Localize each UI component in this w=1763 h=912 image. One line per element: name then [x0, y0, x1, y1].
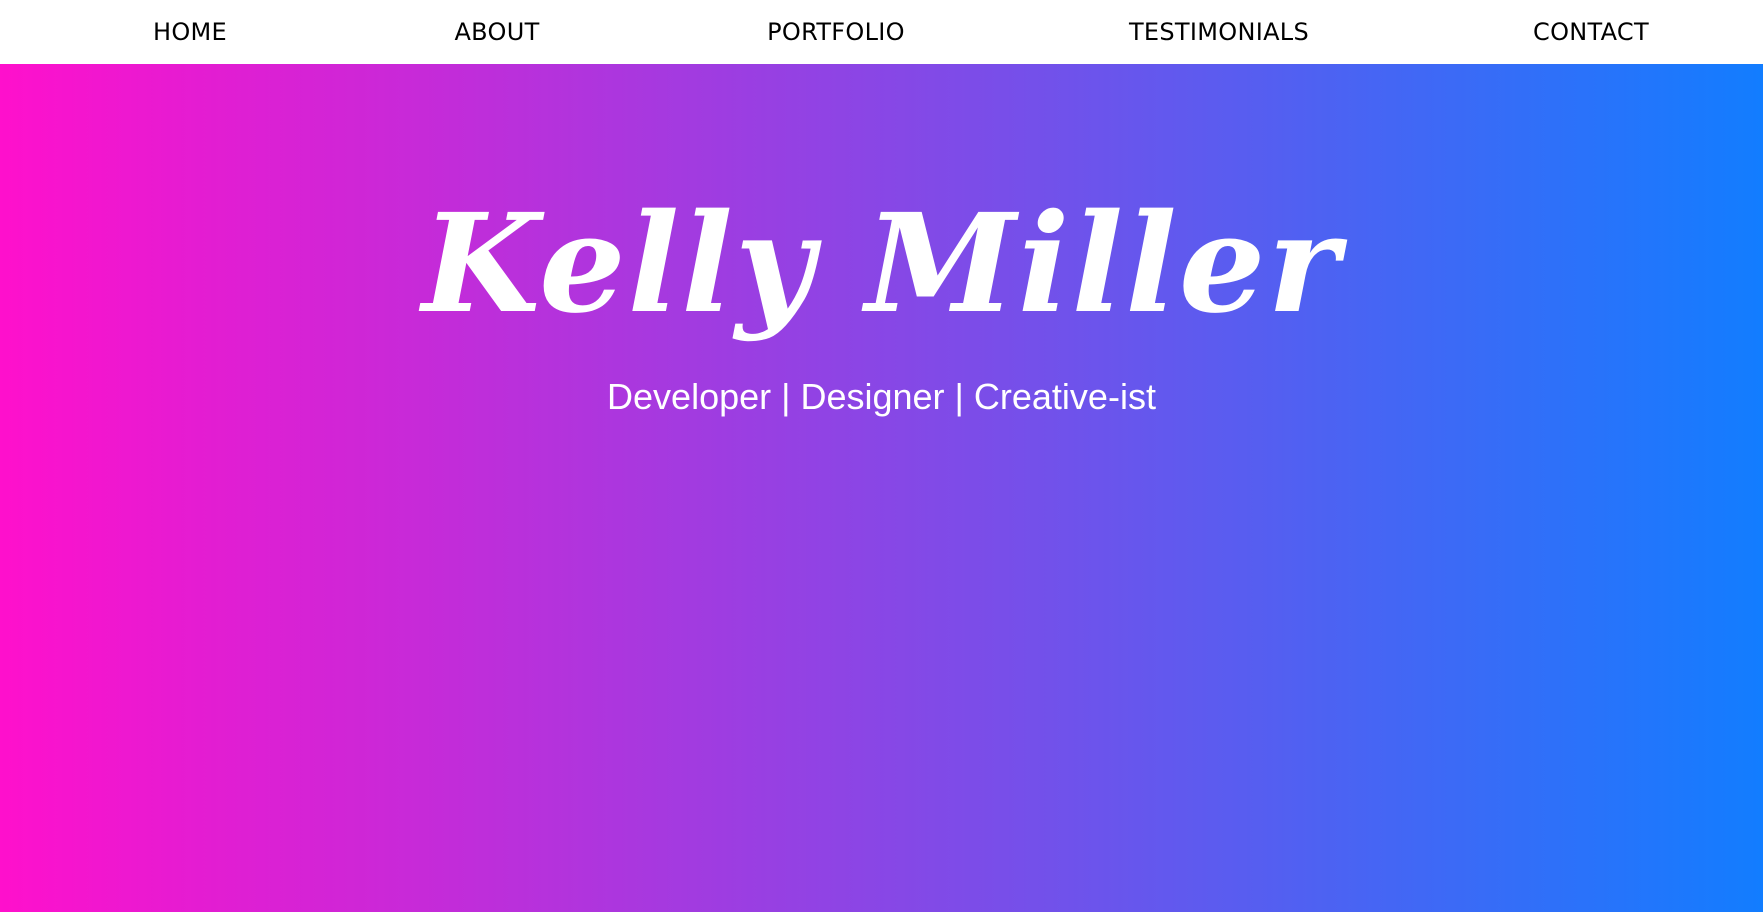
nav-item-testimonials[interactable]: TESTIMONIALS [1129, 0, 1309, 64]
nav-item-home[interactable]: HOME [153, 0, 227, 64]
nav-item-about[interactable]: ABOUT [454, 0, 539, 64]
hero-name-heading: Kelly Miller [421, 184, 1342, 344]
hero-tagline: Developer | Designer | Creative-ist [607, 376, 1156, 417]
nav-item-contact[interactable]: CONTACT [1533, 0, 1649, 64]
top-navigation: HOME ABOUT PORTFOLIO TESTIMONIALS CONTAC… [0, 0, 1763, 64]
nav-item-portfolio[interactable]: PORTFOLIO [767, 0, 905, 64]
hero-section: Kelly Miller Developer | Designer | Crea… [0, 64, 1763, 912]
